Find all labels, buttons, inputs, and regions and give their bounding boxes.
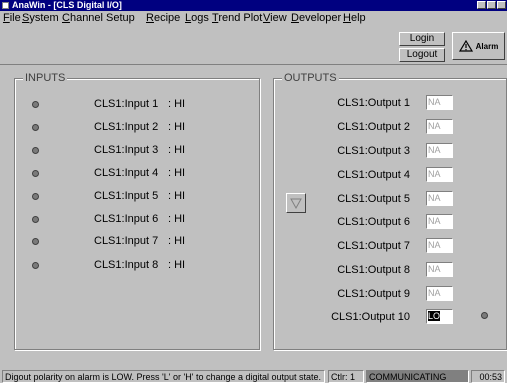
warning-icon (458, 40, 473, 52)
input-label: CLS1:Input 8 (94, 259, 159, 271)
app-icon[interactable] (2, 2, 9, 9)
maximize-button[interactable] (487, 1, 496, 9)
menu-file[interactable]: File (3, 11, 21, 25)
input-state: : HI (168, 190, 186, 202)
input-label: CLS1:Input 4 (94, 167, 159, 179)
input-state: : HI (168, 259, 186, 271)
alarm-button[interactable]: Alarm (452, 32, 505, 60)
output-label: CLS1:Output 8 (337, 264, 410, 276)
input-state: : HI (168, 235, 186, 247)
input-led (32, 216, 39, 223)
output-label: CLS1:Output 10 (331, 311, 410, 323)
minimize-button[interactable] (477, 1, 486, 9)
outputs-title: OUTPUTS (282, 72, 339, 84)
input-label: CLS1:Input 7 (94, 235, 159, 247)
input-label: CLS1:Input 5 (94, 190, 159, 202)
output-label: CLS1:Output 4 (337, 169, 410, 181)
alarm-label: Alarm (475, 41, 499, 51)
output-value-field[interactable]: NA (426, 191, 453, 206)
inputs-title: INPUTS (23, 72, 68, 84)
input-label: CLS1:Input 3 (94, 144, 159, 156)
input-state: : HI (168, 213, 186, 225)
window-title: AnaWin - [CLS Digital I/O] (12, 0, 122, 10)
input-state: : HI (168, 121, 186, 133)
output-value-field[interactable]: NA (426, 286, 453, 301)
menu-view[interactable]: View (263, 11, 287, 25)
title-bar: AnaWin - [CLS Digital I/O] (0, 0, 507, 11)
menu-channel-setup[interactable]: Channel Setup (62, 11, 135, 25)
input-led (32, 101, 39, 108)
input-label: CLS1:Input 6 (94, 213, 159, 225)
output-led (481, 312, 488, 319)
menu-system[interactable]: System (22, 11, 59, 25)
output-value-field[interactable]: NA (426, 119, 453, 134)
toolbar: Login Logout Alarm (0, 25, 507, 65)
output-label: CLS1:Output 3 (337, 145, 410, 157)
input-state: : HI (168, 98, 186, 110)
input-led (32, 147, 39, 154)
menu-bar: File System Channel Setup Recipe Logs Tr… (0, 11, 507, 25)
status-time: 00:53 (471, 370, 505, 383)
menu-recipe[interactable]: Recipe (146, 11, 180, 25)
output-value-field[interactable]: NA (426, 167, 453, 182)
logout-button[interactable]: Logout (399, 48, 445, 62)
output-label: CLS1:Output 7 (337, 240, 410, 252)
input-label: CLS1:Input 1 (94, 98, 159, 110)
status-bar: Digout polarity on alarm is LOW. Press '… (0, 370, 507, 383)
login-button[interactable]: Login (399, 32, 445, 46)
output-value-field[interactable]: NA (426, 262, 453, 277)
close-button[interactable] (497, 1, 506, 9)
input-label: CLS1:Input 2 (94, 121, 159, 133)
input-led (32, 170, 39, 177)
status-communication: COMMUNICATING (366, 370, 469, 383)
output-value-field[interactable]: NA (426, 214, 453, 229)
output-value-text: LO (428, 311, 441, 321)
status-controller: Ctlr: 1 (328, 370, 364, 383)
output-value-field[interactable]: NA (426, 238, 453, 253)
output-label: CLS1:Output 2 (337, 121, 410, 133)
input-led (32, 124, 39, 131)
input-led (32, 238, 39, 245)
outputs-group: OUTPUTS (273, 72, 507, 350)
menu-help[interactable]: Help (343, 11, 366, 25)
output-value-field[interactable]: NA (426, 143, 453, 158)
output-value-field-selected[interactable]: LO (426, 309, 453, 324)
input-state: : HI (168, 167, 186, 179)
output-value-field[interactable]: NA (426, 95, 453, 110)
input-led (32, 262, 39, 269)
input-state: : HI (168, 144, 186, 156)
menu-trend-plot[interactable]: Trend Plot (212, 11, 262, 25)
input-led (32, 193, 39, 200)
output-label: CLS1:Output 6 (337, 216, 410, 228)
menu-developer[interactable]: Developer (291, 11, 341, 25)
status-message: Digout polarity on alarm is LOW. Press '… (2, 370, 325, 383)
menu-logs[interactable]: Logs (185, 11, 209, 25)
output-label: CLS1:Output 9 (337, 288, 410, 300)
output-label: CLS1:Output 1 (337, 97, 410, 109)
output-label: CLS1:Output 5 (337, 193, 410, 205)
